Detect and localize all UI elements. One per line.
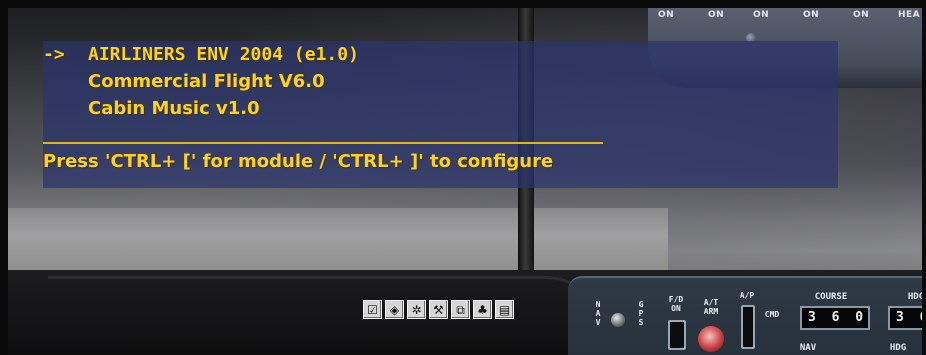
at-arm-knob[interactable]: [698, 326, 724, 352]
menu-item-airliners-env[interactable]: AIRLINERS ENV 2004 (e1.0): [88, 44, 359, 66]
at-arm-label: A/T ARM: [703, 298, 719, 316]
flight-sim-viewport: ON ON ON ON ON HEA N A V G P S F/D ON A/…: [8, 8, 922, 355]
checklist-icon[interactable]: ☑: [363, 300, 382, 319]
nav-icon[interactable]: ▤: [495, 300, 514, 319]
heading-display: 3 6: [888, 306, 922, 330]
fd-switch[interactable]: [668, 320, 686, 350]
hdg-label: HDG: [907, 292, 922, 302]
ap-cmd-switch[interactable]: [741, 305, 755, 349]
overhead-label-4: ON: [803, 10, 820, 20]
gps-label: G P S: [638, 300, 644, 327]
menu-selection-arrow: ->: [43, 44, 65, 65]
overhead-label-5: ON: [853, 10, 870, 20]
menu-item-commercial-flight[interactable]: Commercial Flight V6.0: [88, 71, 325, 93]
atc-icon[interactable]: ⚒: [429, 300, 448, 319]
ap-label: A/P: [739, 291, 755, 300]
cmd-label: CMD: [764, 310, 780, 319]
fd-label: F/D ON: [668, 295, 684, 313]
kneeboard-icon[interactable]: ⧉: [451, 300, 470, 319]
nav-gps-selector-knob[interactable]: [611, 313, 625, 327]
glareshield-edge: [48, 276, 608, 339]
nav-label: N A V: [595, 300, 601, 327]
course-display: 3 6 0: [800, 306, 870, 330]
menu-divider: [43, 142, 603, 144]
overhead-label-2: ON: [708, 10, 725, 20]
compass-icon[interactable]: ✲: [407, 300, 426, 319]
gps-icon[interactable]: ◈: [385, 300, 404, 319]
panel-toolbar: ☑ ◈ ✲ ⚒ ⧉ ♣ ▤: [363, 300, 514, 319]
hangar-floor: [8, 208, 668, 278]
map-icon[interactable]: ♣: [473, 300, 492, 319]
menu-item-cabin-music[interactable]: Cabin Music v1.0: [88, 98, 260, 120]
course-label: COURSE: [814, 292, 848, 302]
hdg-bottom-label: HDG: [889, 343, 907, 353]
menu-hint-text: Press 'CTRL+ [' for module / 'CTRL+ ]' t…: [43, 151, 554, 172]
nav-bottom-label: NAV: [799, 343, 817, 353]
overhead-label-3: ON: [753, 10, 770, 20]
overhead-label-6: HEA: [898, 10, 921, 20]
overhead-label-1: ON: [658, 10, 675, 20]
